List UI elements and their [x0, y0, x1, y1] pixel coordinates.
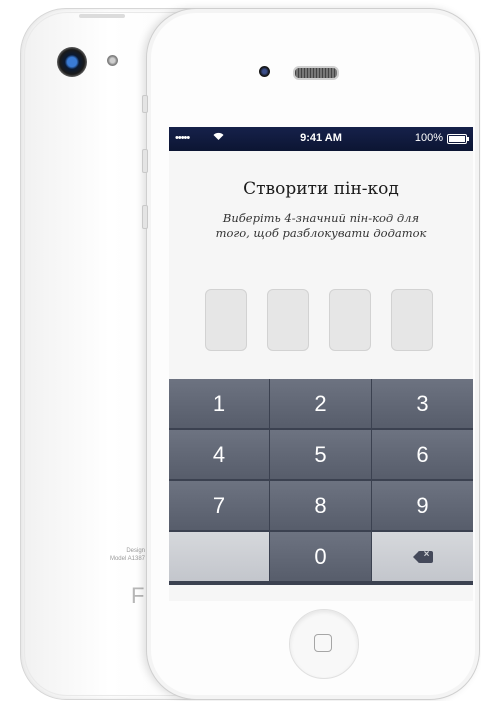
- flash-icon: [107, 55, 118, 66]
- key-blank: [169, 532, 269, 581]
- phone-screen: ••••• 9:41 AM 100% Створити пін-код Вибе…: [169, 127, 473, 601]
- numeric-keypad: 1 2 3 4 5 6 7 8 9 0 ×: [169, 379, 473, 585]
- rear-camera-icon: [57, 47, 87, 77]
- key-2[interactable]: 2: [270, 379, 371, 428]
- backspace-button[interactable]: ×: [372, 532, 473, 581]
- back-model-line-2: Model A1387: [109, 556, 145, 562]
- key-4[interactable]: 4: [169, 430, 269, 479]
- volume-down-button: [142, 205, 148, 229]
- page-title: Створити пін-код: [243, 179, 399, 199]
- earpiece-speaker-icon: [293, 66, 339, 80]
- status-bar: ••••• 9:41 AM 100%: [169, 127, 473, 151]
- pin-digit-box: [329, 289, 371, 351]
- battery-percent: 100%: [414, 132, 443, 144]
- key-9[interactable]: 9: [372, 481, 473, 530]
- key-1[interactable]: 1: [169, 379, 269, 428]
- back-model-line-1: Design: [126, 548, 145, 554]
- home-button[interactable]: [289, 609, 359, 679]
- key-6[interactable]: 6: [372, 430, 473, 479]
- pin-digit-box: [267, 289, 309, 351]
- key-0[interactable]: 0: [270, 532, 371, 581]
- battery-icon: [447, 134, 469, 144]
- back-logo-fragment: F: [131, 583, 145, 608]
- pin-digit-box: [391, 289, 433, 351]
- backspace-icon: ×: [412, 549, 433, 563]
- mute-switch: [142, 95, 148, 113]
- pin-digit-box: [205, 289, 247, 351]
- key-5[interactable]: 5: [270, 430, 371, 479]
- home-square-icon: [314, 634, 332, 652]
- volume-up-button: [142, 149, 148, 173]
- key-3[interactable]: 3: [372, 379, 473, 428]
- back-model-text: Design Model A1387: [110, 547, 145, 563]
- key-8[interactable]: 8: [270, 481, 371, 530]
- front-phone: ••••• 9:41 AM 100% Створити пін-код Вибе…: [142, 8, 480, 700]
- front-camera-icon: [259, 66, 270, 77]
- key-7[interactable]: 7: [169, 481, 269, 530]
- page-subtitle: Виберіть 4-значний пін-код для того, щоб…: [215, 211, 427, 240]
- sleep-button: [79, 14, 125, 18]
- pin-input-row: [169, 289, 473, 351]
